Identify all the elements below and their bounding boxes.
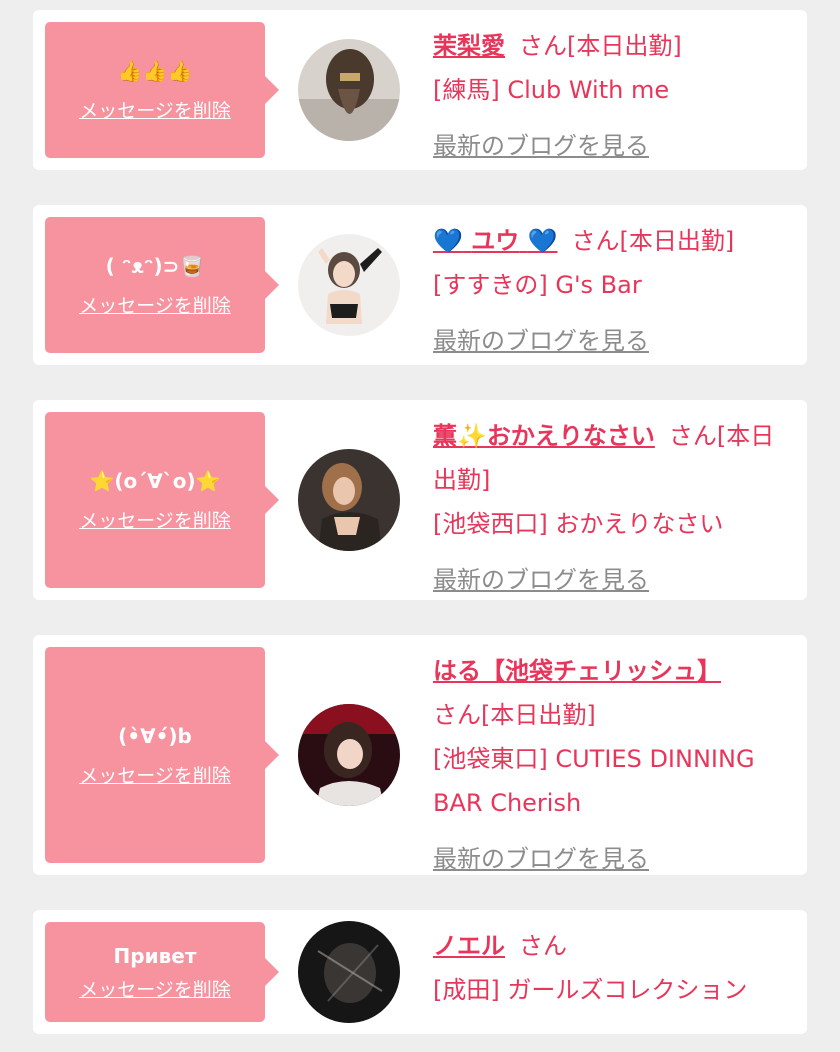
latest-blog-link[interactable]: 最新のブログを見る	[433, 124, 649, 168]
message-text: (•̀∀•́)b	[118, 724, 192, 748]
cast-info: はる【池袋チェリッシュ】 さん[本日出勤] [池袋東口] CUTIES DINN…	[433, 649, 791, 881]
cast-info: 💙 ユウ 💙 さん[本日出勤] [すすきの] G's Bar 最新のブログを見る	[433, 219, 791, 363]
shop-text: [成田] ガールズコレクション	[433, 976, 748, 1004]
cast-info: 薫✨おかえりなさい さん[本日出勤] [池袋西口] おかえりなさい 最新のブログを…	[433, 414, 791, 602]
cast-name-link[interactable]: ノエル	[433, 932, 505, 960]
avatar[interactable]	[298, 39, 400, 141]
status-text: さん[本日出勤]	[519, 32, 682, 60]
cast-info: ノエル さん [成田] ガールズコレクション	[433, 924, 791, 1012]
message-bubble: ( ᵔᴥᵔ)⊃🥃 メッセージを削除	[45, 217, 279, 353]
favorite-card: ( ᵔᴥᵔ)⊃🥃 メッセージを削除 💙 ユウ 💙 さん[本日出勤] [すすきの] …	[33, 205, 807, 365]
blue-heart-icon: 💙	[433, 227, 463, 255]
status-text: さん	[519, 932, 567, 960]
cast-name: ユウ	[471, 227, 520, 255]
shop-text: [練馬] Club With me	[433, 76, 670, 104]
avatar[interactable]	[298, 234, 400, 336]
delete-message-link[interactable]: メッセージを削除	[79, 509, 231, 533]
delete-message-link[interactable]: メッセージを削除	[79, 294, 231, 318]
status-text: さん[本日出勤]	[571, 227, 735, 255]
favorite-card: Привет メッセージを削除 ノエル さん [成田] ガールズコレクション	[33, 910, 807, 1034]
latest-blog-link[interactable]: 最新のブログを見る	[433, 837, 649, 881]
favorite-card: 👍👍👍 メッセージを削除 茉梨愛 さん[本日出勤] [練馬] Club With …	[33, 10, 807, 170]
cast-name-link[interactable]: はる【池袋チェリッシュ】	[433, 657, 721, 685]
message-text: ⭐(o´∀`o)⭐	[89, 469, 221, 493]
message-text: 👍👍👍	[117, 59, 193, 83]
cast-name-link[interactable]: 💙 ユウ 💙	[433, 227, 558, 255]
favorite-card: (•̀∀•́)b メッセージを削除 はる【池袋チェリッシュ】 さん[本日出勤] …	[33, 635, 807, 875]
avatar[interactable]	[298, 704, 400, 806]
cast-name-link[interactable]: 薫✨おかえりなさい	[433, 422, 655, 450]
delete-message-link[interactable]: メッセージを削除	[79, 99, 231, 123]
cast-info: 茉梨愛 さん[本日出勤] [練馬] Club With me 最新のブログを見る	[433, 24, 791, 168]
favorite-card: ⭐(o´∀`o)⭐ メッセージを削除 薫✨おかえりなさい さん[本日出勤] [池袋…	[33, 400, 807, 600]
delete-message-link[interactable]: メッセージを削除	[79, 978, 231, 1002]
avatar[interactable]	[298, 921, 400, 1023]
message-text: ( ᵔᴥᵔ)⊃🥃	[105, 254, 205, 278]
latest-blog-link[interactable]: 最新のブログを見る	[433, 558, 649, 602]
latest-blog-link[interactable]: 最新のブログを見る	[433, 319, 649, 363]
avatar[interactable]	[298, 449, 400, 551]
message-text: Привет	[113, 944, 197, 968]
shop-text: [すすきの] G's Bar	[433, 271, 642, 299]
blue-heart-icon: 💙	[527, 227, 558, 255]
message-bubble: 👍👍👍 メッセージを削除	[45, 22, 279, 158]
message-bubble: Привет メッセージを削除	[45, 922, 279, 1022]
cast-name-link[interactable]: 茉梨愛	[433, 32, 505, 60]
status-text: さん[本日出勤]	[433, 701, 596, 729]
message-bubble: (•̀∀•́)b メッセージを削除	[45, 647, 279, 863]
delete-message-link[interactable]: メッセージを削除	[79, 764, 231, 788]
message-bubble: ⭐(o´∀`o)⭐ メッセージを削除	[45, 412, 279, 588]
shop-text: [池袋東口] CUTIES DINNING BAR Cherish	[433, 745, 755, 817]
shop-text: [池袋西口] おかえりなさい	[433, 510, 724, 538]
